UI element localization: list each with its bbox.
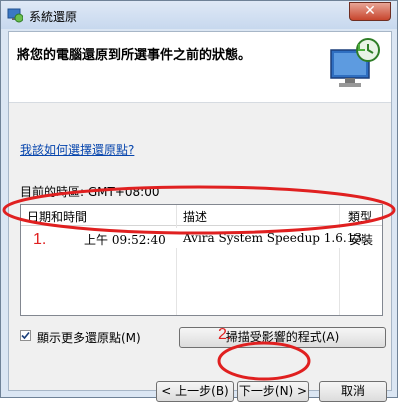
row-description: Avira System Speedup 1.6.13	[183, 231, 362, 245]
scan-affected-programs-button[interactable]: 掃描受影響的程式(A)	[179, 327, 386, 348]
column-divider	[339, 205, 340, 315]
close-button[interactable]: ✕	[349, 2, 391, 21]
timezone-label: 目前的時區: GMT+08:00	[20, 185, 160, 199]
next-button[interactable]: 下一步(N) >	[237, 381, 309, 402]
show-more-checkbox[interactable]	[20, 330, 31, 341]
row-type: 安裝	[349, 233, 374, 247]
row-datetime: 上午 09:52:40	[84, 233, 166, 247]
column-header-description[interactable]: 描述	[183, 208, 207, 225]
restore-points-table: 日期和時間 描述 類型 上午 09:52:40 Avira System Spe…	[20, 204, 383, 316]
table-header: 日期和時間 描述 類型	[21, 205, 382, 226]
column-header-type[interactable]: 類型	[348, 208, 372, 225]
annotation-label-2: 2.	[218, 326, 232, 343]
column-header-datetime[interactable]: 日期和時間	[27, 208, 87, 225]
annotation-label-1: 1.	[33, 231, 47, 248]
table-row[interactable]: 上午 09:52:40 Avira System Speedup 1.6.13 …	[22, 228, 381, 248]
title-bar: 系統還原 ✕	[1, 1, 397, 29]
column-divider	[176, 205, 177, 315]
system-restore-icon	[7, 8, 23, 23]
window-title: 系統還原	[29, 10, 78, 24]
system-restore-window: 系統還原 ✕ 將您的電腦還原到所選事件之前的狀態。 我該如何選擇還原點? 目前的…	[0, 0, 398, 402]
dialog-content: 將您的電腦還原到所選事件之前的狀態。 我該如何選擇還原點? 目前的時區: GMT…	[8, 31, 392, 402]
page-heading: 將您的電腦還原到所選事件之前的狀態。	[17, 48, 252, 63]
help-link[interactable]: 我該如何選擇還原點?	[20, 141, 134, 158]
cancel-button[interactable]: 取消	[319, 381, 387, 402]
computer-restore-icon	[330, 38, 380, 87]
back-button[interactable]: < 上一步(B)	[156, 381, 234, 402]
checkmark-icon	[21, 331, 30, 340]
show-more-label: 顯示更多還原點(M)	[37, 331, 141, 345]
dialog-header: 將您的電腦還原到所選事件之前的狀態。	[9, 32, 391, 103]
